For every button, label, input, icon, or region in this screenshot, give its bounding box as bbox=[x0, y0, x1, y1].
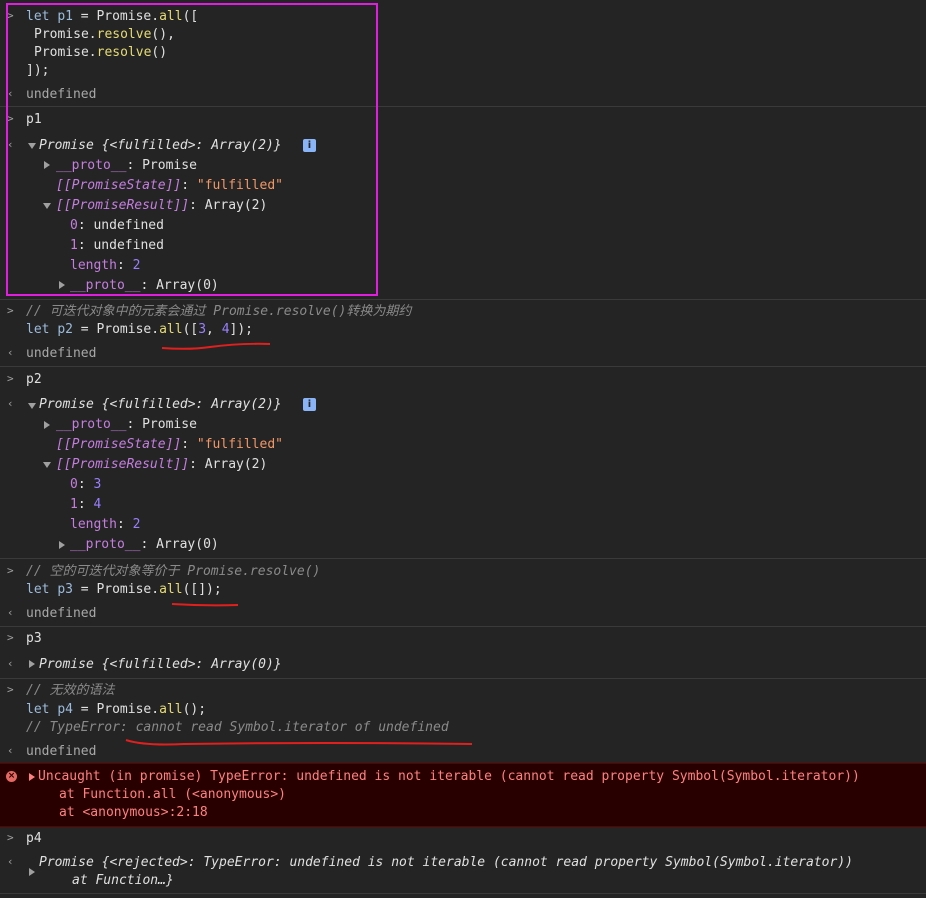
red-underline bbox=[171, 603, 239, 607]
array-length: length: 2 bbox=[70, 517, 141, 532]
result-text: undefined bbox=[26, 346, 97, 361]
entry-separator bbox=[0, 893, 926, 894]
input-prompt-icon: > bbox=[7, 372, 14, 385]
red-underline bbox=[125, 739, 473, 746]
collapse-triangle-icon[interactable] bbox=[29, 868, 35, 876]
error-text[interactable]: Uncaught (in promise) TypeError: undefin… bbox=[38, 768, 860, 786]
result-text: undefined bbox=[26, 606, 97, 621]
stack-trace-line[interactable]: at Function.all (<anonymous>) bbox=[59, 786, 286, 804]
error-icon: × bbox=[6, 771, 17, 782]
entry-separator bbox=[0, 366, 926, 367]
input-prompt-icon: > bbox=[7, 831, 14, 844]
red-underline bbox=[161, 342, 271, 350]
output-prompt-icon: ‹ bbox=[7, 397, 14, 410]
output-prompt-icon: ‹ bbox=[7, 606, 14, 619]
input-prompt-icon: > bbox=[7, 683, 14, 696]
array-proto-row[interactable]: __proto__: Array(0) bbox=[70, 536, 219, 554]
result-text: undefined bbox=[26, 744, 97, 759]
stack-trace-line[interactable]: at <anonymous>:2:18 bbox=[59, 804, 208, 822]
proto-row[interactable]: __proto__: Promise bbox=[56, 416, 197, 434]
expand-triangle-icon[interactable] bbox=[28, 403, 36, 409]
entry-separator bbox=[0, 299, 926, 300]
code-line: let p3 = Promise.all([]); bbox=[26, 582, 222, 597]
code-comment: // TypeError: cannot read Symbol.iterato… bbox=[26, 720, 449, 735]
code-comment: // 无效的语法 bbox=[26, 683, 115, 698]
code-comment: // 可迭代对象中的元素会通过 Promise.resolve()转换为期约 bbox=[26, 304, 412, 319]
collapse-triangle-icon[interactable] bbox=[59, 541, 65, 549]
entry-separator bbox=[0, 558, 926, 559]
array-item: 0: 3 bbox=[70, 477, 102, 492]
promise-result-row[interactable]: [[PromiseResult]]: Array(2) bbox=[56, 456, 267, 474]
output-prompt-icon: ‹ bbox=[7, 855, 14, 868]
info-icon[interactable]: i bbox=[303, 398, 316, 411]
collapse-triangle-icon[interactable] bbox=[29, 660, 35, 668]
promise-summary-continued[interactable]: at Function…} bbox=[72, 872, 174, 890]
promise-summary[interactable]: Promise {<fulfilled>: Array(2)} bbox=[39, 396, 282, 414]
output-prompt-icon: ‹ bbox=[7, 657, 14, 670]
output-prompt-icon: ‹ bbox=[7, 346, 14, 359]
entry-separator bbox=[0, 626, 926, 627]
input-text: p2 bbox=[26, 372, 42, 387]
array-item: 1: 4 bbox=[70, 497, 102, 512]
collapse-triangle-icon[interactable] bbox=[29, 773, 35, 781]
input-prompt-icon: > bbox=[7, 564, 14, 577]
promise-summary[interactable]: Promise {<rejected>: TypeError: undefine… bbox=[39, 854, 853, 872]
input-text: p3 bbox=[26, 631, 42, 646]
code-line: let p2 = Promise.all([3, 4]); bbox=[26, 322, 254, 337]
expand-triangle-icon[interactable] bbox=[43, 462, 51, 468]
input-text: p4 bbox=[26, 831, 42, 846]
promise-summary[interactable]: Promise {<fulfilled>: Array(0)} bbox=[39, 656, 282, 674]
highlight-box bbox=[6, 3, 378, 296]
input-prompt-icon: > bbox=[7, 631, 14, 644]
code-line: let p4 = Promise.all(); bbox=[26, 702, 207, 717]
entry-separator bbox=[0, 678, 926, 679]
promise-state-row: [[PromiseState]]: "fulfilled" bbox=[56, 437, 283, 452]
input-prompt-icon: > bbox=[7, 304, 14, 317]
collapse-triangle-icon[interactable] bbox=[44, 421, 50, 429]
output-prompt-icon: ‹ bbox=[7, 744, 14, 757]
code-comment: // 空的可迭代对象等价于 Promise.resolve() bbox=[26, 564, 321, 579]
